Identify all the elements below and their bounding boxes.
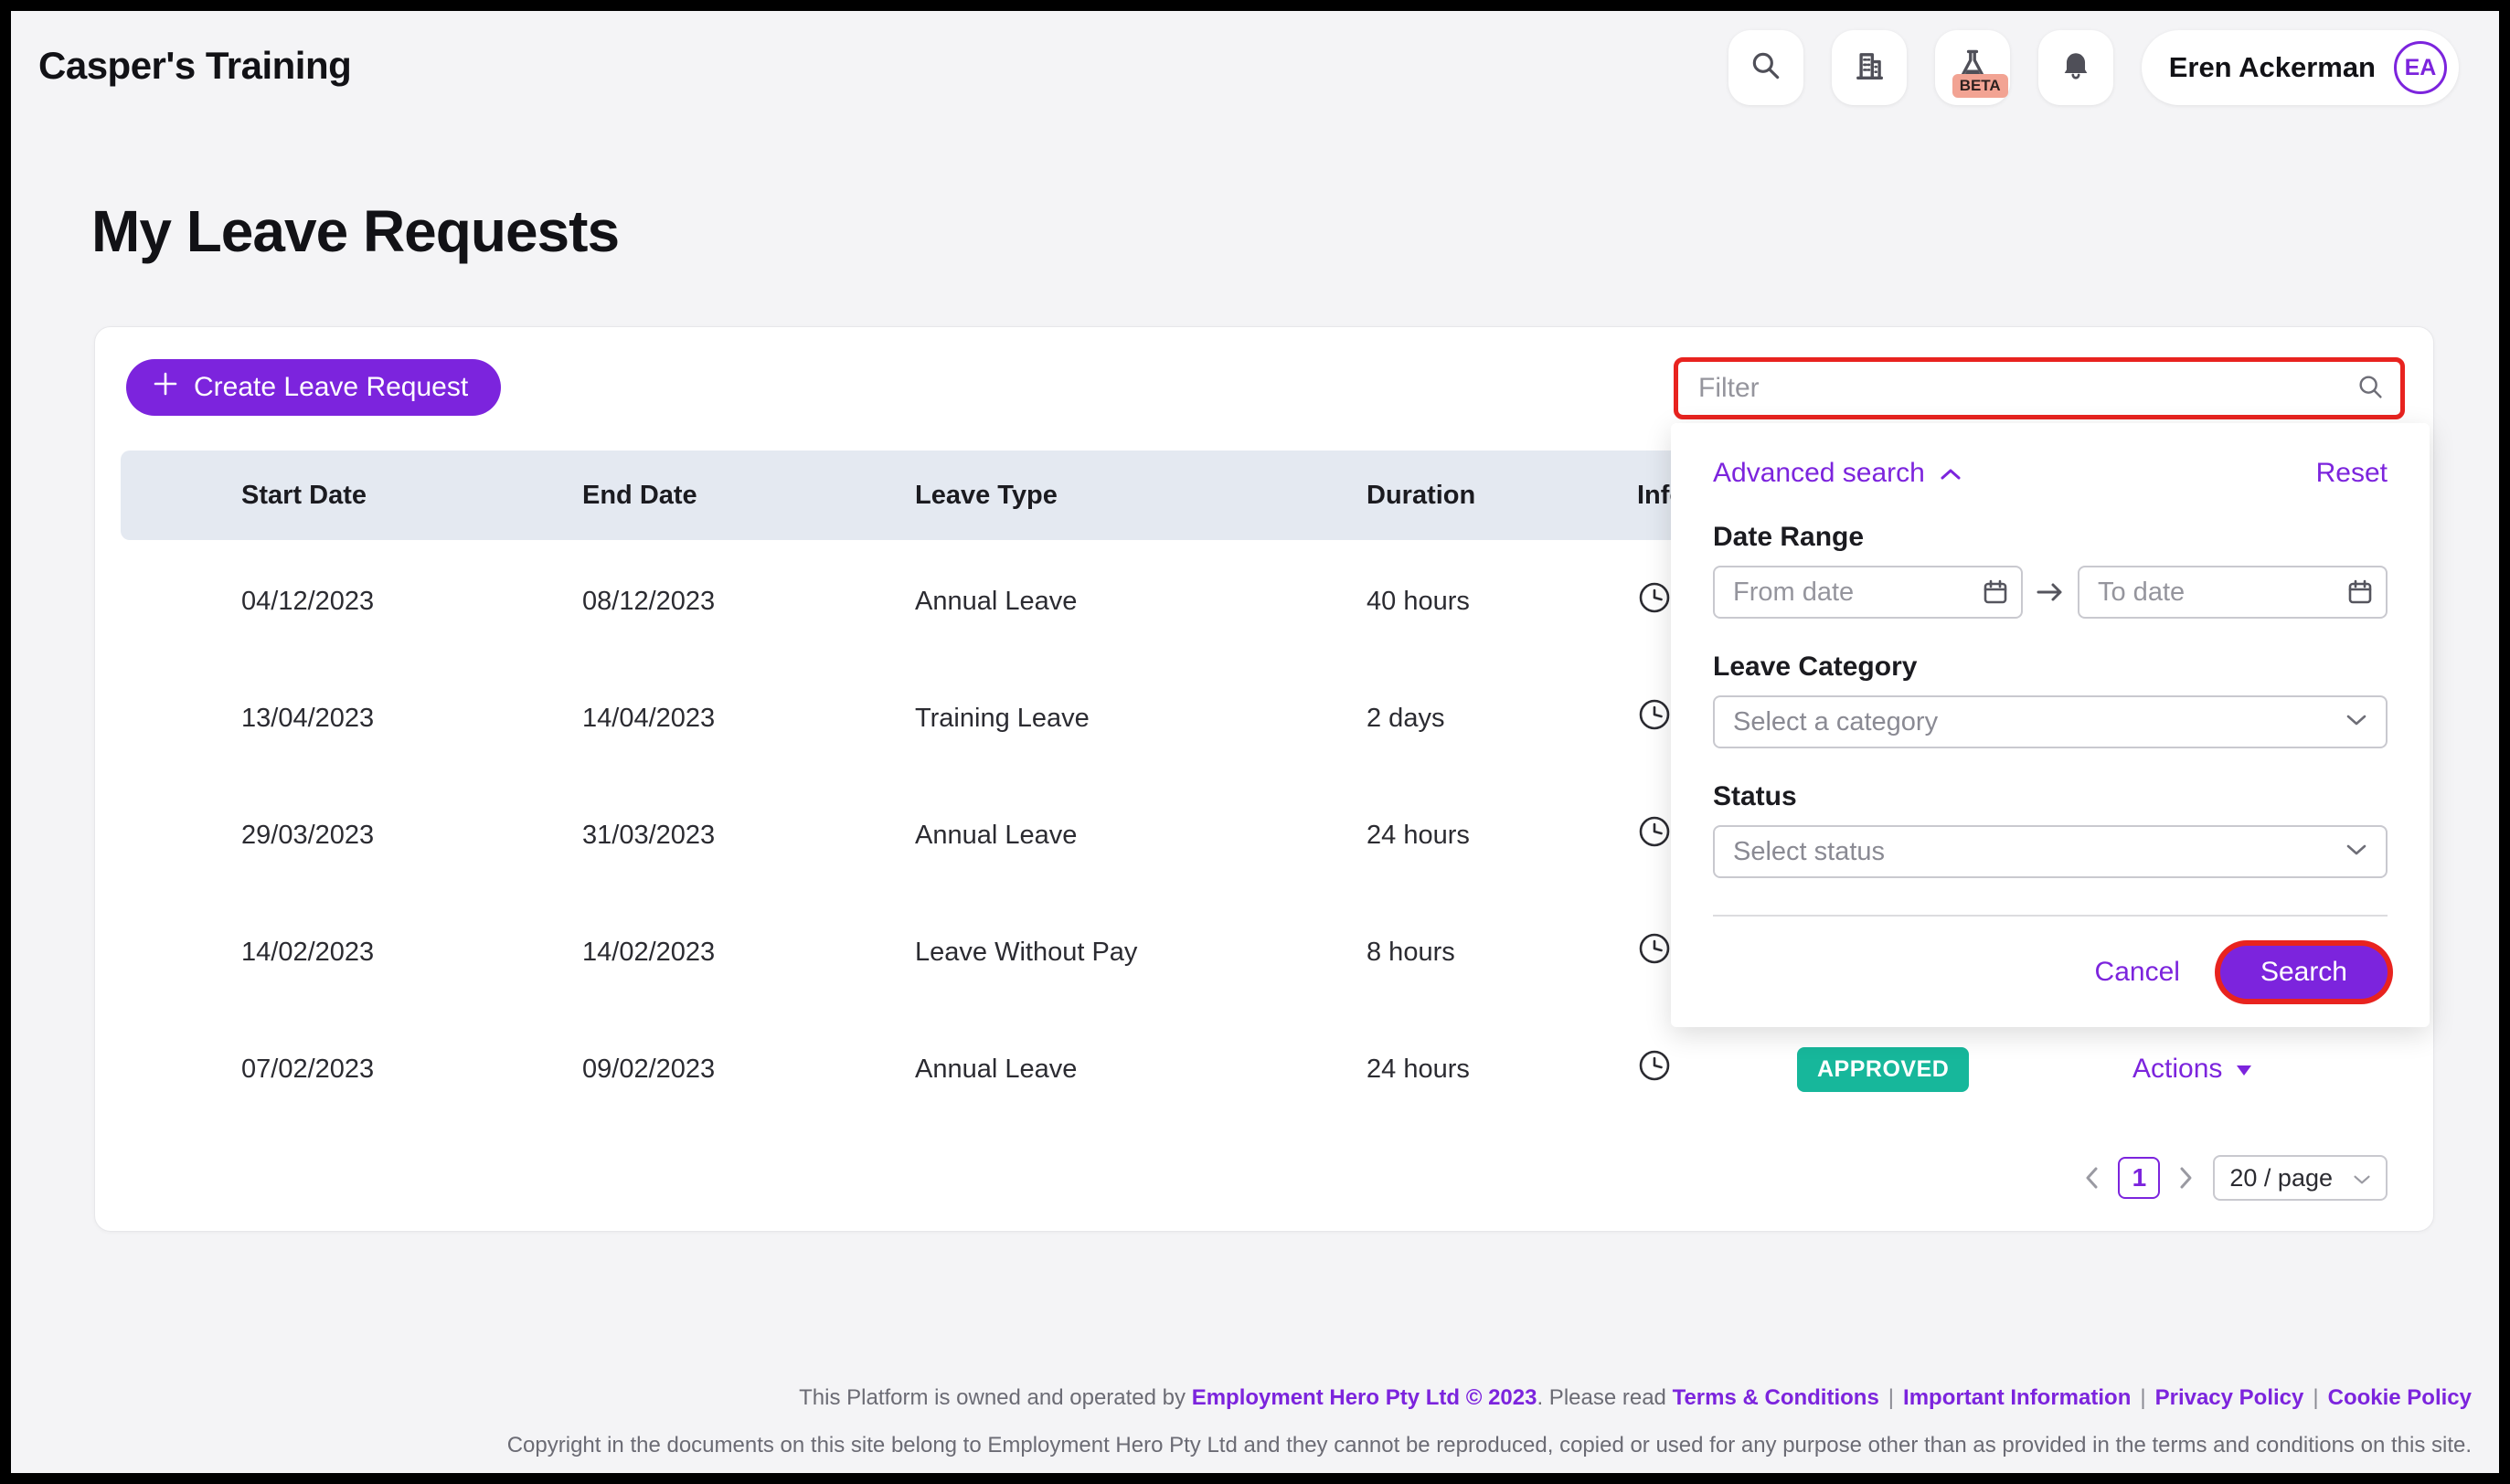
advanced-search-label: Advanced search [1713, 458, 1925, 489]
cell-end-date: 09/02/2023 [582, 1055, 915, 1085]
brand-title: Casper's Training [38, 44, 351, 88]
cell-end-date: 31/03/2023 [582, 821, 915, 851]
cell-end-date: 14/04/2023 [582, 704, 915, 734]
app-page: Casper's Training [11, 11, 2499, 1473]
calendar-icon[interactable] [1981, 578, 2010, 611]
chevron-down-icon [2345, 713, 2367, 732]
privacy-policy-link[interactable]: Privacy Policy [2155, 1385, 2304, 1410]
to-date-input[interactable] [2078, 566, 2388, 619]
leave-category-label: Leave Category [1713, 652, 2388, 683]
cell-end-date: 08/12/2023 [582, 587, 915, 617]
create-leave-request-button[interactable]: Create Leave Request [126, 359, 501, 416]
page-number[interactable]: 1 [2118, 1157, 2160, 1199]
filter-input[interactable] [1674, 357, 2405, 419]
actions-dropdown[interactable]: Actions [2132, 1054, 2407, 1085]
bell-icon [2058, 48, 2093, 88]
column-leave-type: Leave Type [915, 481, 1367, 511]
footer-copyright-line: Copyright in the documents on this site … [507, 1433, 2472, 1458]
important-information-link[interactable]: Important Information [1903, 1385, 2131, 1410]
cell-leave-type: Training Leave [915, 704, 1367, 734]
cell-leave-type: Annual Leave [915, 587, 1367, 617]
screenshot-frame: Casper's Training [0, 0, 2510, 1484]
cell-start-date: 13/04/2023 [241, 704, 582, 734]
chevron-down-icon [2353, 1164, 2371, 1192]
to-date-field [2078, 566, 2388, 619]
search-icon [1749, 48, 1783, 88]
arrow-right-icon [2036, 581, 2065, 603]
organisation-button[interactable] [1832, 30, 1907, 105]
footer-text: This Platform is owned and operated by [799, 1385, 1192, 1410]
next-page-button[interactable] [2175, 1162, 2198, 1193]
reset-button[interactable]: Reset [2316, 458, 2388, 489]
cell-duration: 8 hours [1367, 938, 1637, 968]
cell-start-date: 04/12/2023 [241, 587, 582, 617]
panel-divider [1713, 915, 2388, 917]
beta-features-button[interactable]: BETA [1935, 30, 2010, 105]
chevron-up-icon [1940, 458, 1962, 489]
cell-duration: 24 hours [1367, 821, 1637, 851]
cell-start-date: 07/02/2023 [241, 1055, 582, 1085]
avatar: EA [2394, 41, 2447, 94]
beta-badge: BETA [1952, 74, 2008, 98]
triangle-down-icon [2235, 1054, 2253, 1085]
from-date-field [1713, 566, 2023, 619]
column-duration: Duration [1367, 481, 1637, 511]
terms-link[interactable]: Terms & Conditions [1673, 1385, 1879, 1410]
status-badge: APPROVED [1797, 1047, 1969, 1092]
clock-icon[interactable] [1637, 1048, 1797, 1090]
user-name: Eren Ackerman [2169, 51, 2376, 84]
status-placeholder: Select status [1733, 837, 1885, 867]
chevron-down-icon [2345, 843, 2367, 862]
cell-leave-type: Annual Leave [915, 821, 1367, 851]
cell-start-date: 14/02/2023 [241, 938, 582, 968]
leave-requests-card: Create Leave Request Start Date End Date… [94, 326, 2434, 1232]
search-button[interactable] [1728, 30, 1803, 105]
cell-duration: 24 hours [1367, 1055, 1637, 1085]
user-menu[interactable]: Eren Ackerman EA [2142, 30, 2459, 105]
footer-separator: | [2140, 1385, 2145, 1410]
cancel-button[interactable]: Cancel [2095, 957, 2180, 988]
page-title: My Leave Requests [91, 197, 619, 265]
search-icon [2356, 372, 2387, 408]
status-select[interactable]: Select status [1713, 825, 2388, 878]
pagination: 1 20 / page [2079, 1155, 2388, 1201]
cell-leave-type: Leave Without Pay [915, 938, 1367, 968]
footer-separator: | [2313, 1385, 2318, 1410]
column-end-date: End Date [582, 481, 915, 511]
calendar-icon[interactable] [2345, 578, 2375, 611]
status-label: Status [1713, 781, 2388, 812]
footer-text: . Please read [1537, 1385, 1672, 1410]
building-icon [1851, 48, 1888, 89]
filter-field [1674, 357, 2405, 419]
cell-duration: 40 hours [1367, 587, 1637, 617]
cell-duration: 2 days [1367, 704, 1637, 734]
cell-leave-type: Annual Leave [915, 1055, 1367, 1085]
leave-category-select[interactable]: Select a category [1713, 695, 2388, 748]
advanced-search-toggle[interactable]: Advanced search [1713, 458, 1962, 489]
table-row: 07/02/2023 09/02/2023 Annual Leave 24 ho… [121, 1011, 2407, 1128]
page-size-select[interactable]: 20 / page [2213, 1155, 2388, 1201]
plus-icon [152, 370, 179, 405]
top-bar-actions: BETA Eren Ackerman EA [1728, 30, 2459, 105]
page-size-value: 20 / page [2229, 1164, 2333, 1192]
advanced-search-panel: Advanced search Reset Date Range [1671, 423, 2430, 1027]
create-leave-request-label: Create Leave Request [194, 372, 468, 403]
company-link[interactable]: Employment Hero Pty Ltd © 2023 [1192, 1385, 1537, 1410]
column-start-date: Start Date [241, 481, 582, 511]
previous-page-button[interactable] [2079, 1162, 2103, 1193]
actions-label: Actions [2132, 1054, 2222, 1085]
date-range-label: Date Range [1713, 522, 2388, 553]
cookie-policy-link[interactable]: Cookie Policy [2328, 1385, 2472, 1410]
leave-category-placeholder: Select a category [1733, 707, 1938, 737]
footer-legal-line: This Platform is owned and operated by E… [799, 1385, 2472, 1411]
search-button-panel[interactable]: Search [2220, 946, 2388, 999]
from-date-input[interactable] [1713, 566, 2023, 619]
cell-start-date: 29/03/2023 [241, 821, 582, 851]
notifications-button[interactable] [2038, 30, 2113, 105]
footer-separator: | [1888, 1385, 1894, 1410]
cell-end-date: 14/02/2023 [582, 938, 915, 968]
